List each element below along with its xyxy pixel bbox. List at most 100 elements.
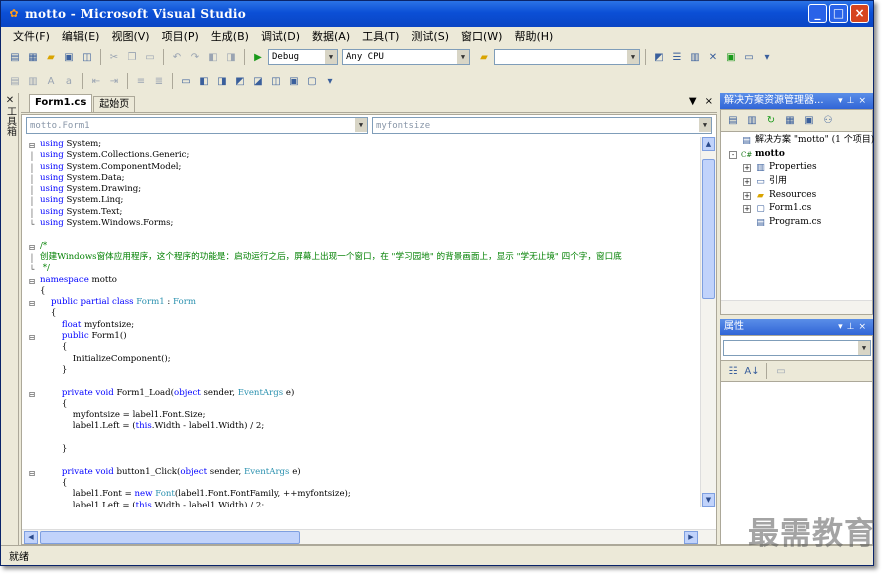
close-panel-icon[interactable]: × (858, 322, 870, 332)
code-line[interactable]: │ using System.Data; (28, 173, 700, 184)
properties-window-icon[interactable]: ☰ (669, 49, 685, 65)
menu-data[interactable]: 数据(A) (306, 28, 356, 44)
tree-item[interactable]: + ▥ Properties (721, 161, 872, 175)
toolbar-options-icon[interactable]: ▾ (322, 73, 338, 89)
solution-explorer-header[interactable]: 解决方案资源管理器... ▾⊥× (720, 93, 873, 109)
show-all-files-icon[interactable]: ▥ (744, 113, 760, 129)
code-line[interactable]: } (28, 365, 700, 376)
display-quick-info-icon[interactable]: A (43, 73, 59, 89)
scroll-up-icon[interactable]: ▲ (702, 137, 715, 151)
code-line[interactable]: { (28, 399, 700, 410)
code-line[interactable]: ⊟ private void Form1_Load(object sender,… (28, 388, 700, 399)
tree-item[interactable]: + ▢ Form1.cs (721, 202, 872, 216)
expand-icon[interactable]: + (743, 164, 751, 173)
code-line[interactable]: } (28, 444, 700, 455)
menu-window[interactable]: 窗口(W) (455, 28, 508, 44)
properties-object-combo[interactable]: ▼ (723, 340, 871, 356)
start-debugging-icon[interactable]: ▶ (250, 49, 266, 65)
property-pages-icon[interactable]: ▭ (773, 363, 789, 379)
previous-bookmark-icon[interactable]: ◧ (196, 73, 212, 89)
save-icon[interactable]: ▣ (61, 49, 77, 65)
refresh-icon[interactable]: ↻ (763, 113, 779, 129)
solution-explorer-icon[interactable]: ◩ (651, 49, 667, 65)
scroll-left-icon[interactable]: ◀ (24, 531, 38, 544)
menu-help[interactable]: 帮助(H) (508, 28, 559, 44)
cut-icon[interactable]: ✂ (106, 49, 122, 65)
undo-icon[interactable]: ↶ (169, 49, 185, 65)
code-line[interactable]: ⊟ using System; (28, 139, 700, 150)
menu-project[interactable]: 项目(P) (156, 28, 205, 44)
code-line[interactable]: │ 创建Windows窗体应用程序，这个程序的功能是：启动运行之后，屏幕上出现一个… (28, 252, 700, 263)
types-combo[interactable]: motto.Form1 ▼ (26, 117, 368, 134)
code-line[interactable] (28, 229, 700, 240)
code-line[interactable]: myfontsize = label1.Font.Size; (28, 410, 700, 421)
tab-form1-cs[interactable]: Form1.cs (29, 94, 93, 112)
code-text[interactable]: ⊟ using System; │ using System.Collections.… (28, 139, 700, 507)
close-document-icon[interactable]: × (705, 96, 713, 107)
navigate-forward-icon[interactable]: ◨ (223, 49, 239, 65)
code-line[interactable]: │ using System.Text; (28, 207, 700, 218)
title-bar[interactable]: ✿ motto - Microsoft Visual Studio _ □ × (1, 1, 873, 27)
solution-configuration-combo[interactable]: Debug ▼ (268, 49, 338, 65)
menu-test[interactable]: 测试(S) (405, 28, 455, 44)
horizontal-scrollbar[interactable]: ◀ ▶ (22, 529, 716, 544)
code-line[interactable]: │ using System.ComponentModel; (28, 162, 700, 173)
code-line[interactable]: label1.Font = new Font(label1.Font.FontF… (28, 489, 700, 500)
tab-start-page[interactable]: 起始页 (93, 96, 136, 112)
other-windows-icon[interactable]: ▭ (741, 49, 757, 65)
redo-icon[interactable]: ↷ (187, 49, 203, 65)
display-object-member-list-icon[interactable]: ▤ (7, 73, 23, 89)
find-in-files-icon[interactable]: ▰ (476, 49, 492, 65)
tree-item[interactable]: ▤ Program.cs (721, 216, 872, 230)
auto-hide-pin-icon[interactable]: ⊥ (847, 96, 859, 106)
menu-file[interactable]: 文件(F) (7, 28, 56, 44)
tree-item[interactable]: ▤ 解决方案 "motto" (1 个项目) (721, 134, 874, 148)
code-line[interactable] (28, 455, 700, 466)
display-parameter-info-icon[interactable]: ▥ (25, 73, 41, 89)
solution-explorer-hscroll[interactable] (721, 300, 872, 314)
clear-bookmarks-icon[interactable]: ▢ (304, 73, 320, 89)
view-code-icon[interactable]: ▦ (782, 113, 798, 129)
code-line[interactable]: ⊟ private void button1_Click(object send… (28, 467, 700, 478)
code-line[interactable]: float myfontsize; (28, 320, 700, 331)
code-line[interactable] (28, 376, 700, 387)
expand-icon[interactable]: + (743, 191, 751, 200)
auto-hide-pin-icon[interactable]: ⊥ (847, 322, 859, 332)
code-line[interactable]: └ */ (28, 263, 700, 274)
code-line[interactable]: ⊟ namespace motto (28, 275, 700, 286)
next-bookmark-in-folder-icon[interactable]: ◪ (250, 73, 266, 89)
scroll-right-icon[interactable]: ▶ (684, 531, 698, 544)
code-line[interactable]: ⊟/* (28, 241, 700, 252)
menu-build[interactable]: 生成(B) (205, 28, 255, 44)
add-item-icon[interactable]: ▦ (25, 49, 41, 65)
close-panel-icon[interactable]: × (858, 96, 870, 106)
code-line[interactable]: { (28, 478, 700, 489)
uncomment-icon[interactable]: ≣ (151, 73, 167, 89)
toolbox-strip[interactable]: ✕ 工具箱 (1, 93, 19, 545)
menu-edit[interactable]: 编辑(E) (56, 28, 106, 44)
next-bookmark-icon[interactable]: ◨ (214, 73, 230, 89)
code-line[interactable]: └ using System.Windows.Forms; (28, 218, 700, 229)
scroll-down-icon[interactable]: ▼ (702, 493, 715, 507)
code-line[interactable]: { (28, 286, 700, 297)
vertical-scroll-thumb[interactable] (702, 159, 715, 299)
code-line[interactable]: │ using System.Collections.Generic; (28, 150, 700, 161)
expand-icon[interactable]: + (743, 205, 751, 214)
next-bookmark-in-document-icon[interactable]: ▣ (286, 73, 302, 89)
tree-item[interactable]: - C# motto (721, 148, 872, 162)
expand-icon[interactable]: + (743, 178, 751, 187)
toggle-bookmark-icon[interactable]: ▭ (178, 73, 194, 89)
minimize-button[interactable]: _ (808, 4, 827, 23)
code-line[interactable]: InitializeComponent(); (28, 354, 700, 365)
horizontal-scroll-thumb[interactable] (40, 531, 300, 544)
maximize-button[interactable]: □ (829, 4, 848, 23)
find-combo[interactable]: ▼ (494, 49, 640, 65)
decrease-indent-icon[interactable]: ⇤ (88, 73, 104, 89)
members-combo[interactable]: myfontsize ▼ (372, 117, 712, 134)
view-class-diagram-icon[interactable]: ⚇ (820, 113, 836, 129)
close-button[interactable]: × (850, 4, 869, 23)
code-line[interactable]: { (28, 342, 700, 353)
display-word-completion-icon[interactable]: a (61, 73, 77, 89)
solution-platform-combo[interactable]: Any CPU ▼ (342, 49, 470, 65)
toolbox-tab[interactable]: ✕ 工具箱 (3, 95, 17, 145)
